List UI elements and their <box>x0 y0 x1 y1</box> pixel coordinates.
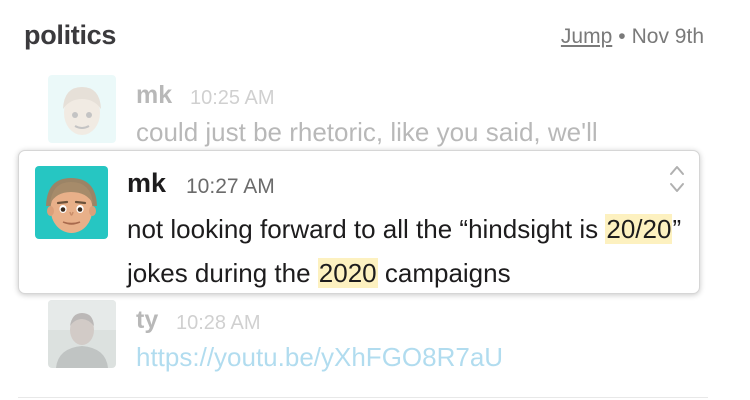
message-author[interactable]: mk <box>136 81 172 110</box>
channel-meta: Jump • Nov 9th <box>561 25 704 49</box>
divider <box>18 397 708 398</box>
meta-separator: • <box>618 25 626 48</box>
message-text: could just be rhetoric, like you said, w… <box>136 117 598 147</box>
channel-header: politics Jump • Nov 9th <box>24 20 704 60</box>
context-message-before[interactable]: mk 10:25 AM could just be rhetoric, like… <box>48 75 688 147</box>
bitmoji-avatar-icon <box>48 75 116 143</box>
message-text-part: campaigns <box>377 258 511 288</box>
chevron-up-down-icon[interactable] <box>669 163 685 195</box>
context-message-after[interactable]: ty 10:28 AM https://youtu.be/yXhFGO8R7aU <box>48 300 688 373</box>
user-photo-icon <box>48 300 116 368</box>
search-highlight: 2020 <box>317 258 378 288</box>
search-highlight: 20/20 <box>605 214 673 244</box>
message-author[interactable]: mk <box>127 168 166 199</box>
channel-date: Nov 9th <box>631 25 704 48</box>
message-text-part: not looking forward to all the “hindsigh… <box>127 214 606 244</box>
jump-link[interactable]: Jump <box>561 25 612 48</box>
message-time: 10:25 AM <box>190 87 275 109</box>
message-author[interactable]: ty <box>136 306 158 335</box>
message-link[interactable]: https://youtu.be/yXhFGO8R7aU <box>136 342 503 373</box>
message-text: not looking forward to all the “hindsigh… <box>127 207 692 295</box>
message-time: 10:28 AM <box>176 312 261 334</box>
message-time: 10:27 AM <box>186 175 275 198</box>
highlighted-message-card[interactable]: mk 10:27 AM not looking forward to all t… <box>18 150 700 294</box>
channel-name: politics <box>24 20 117 50</box>
bitmoji-avatar-icon <box>35 166 108 239</box>
